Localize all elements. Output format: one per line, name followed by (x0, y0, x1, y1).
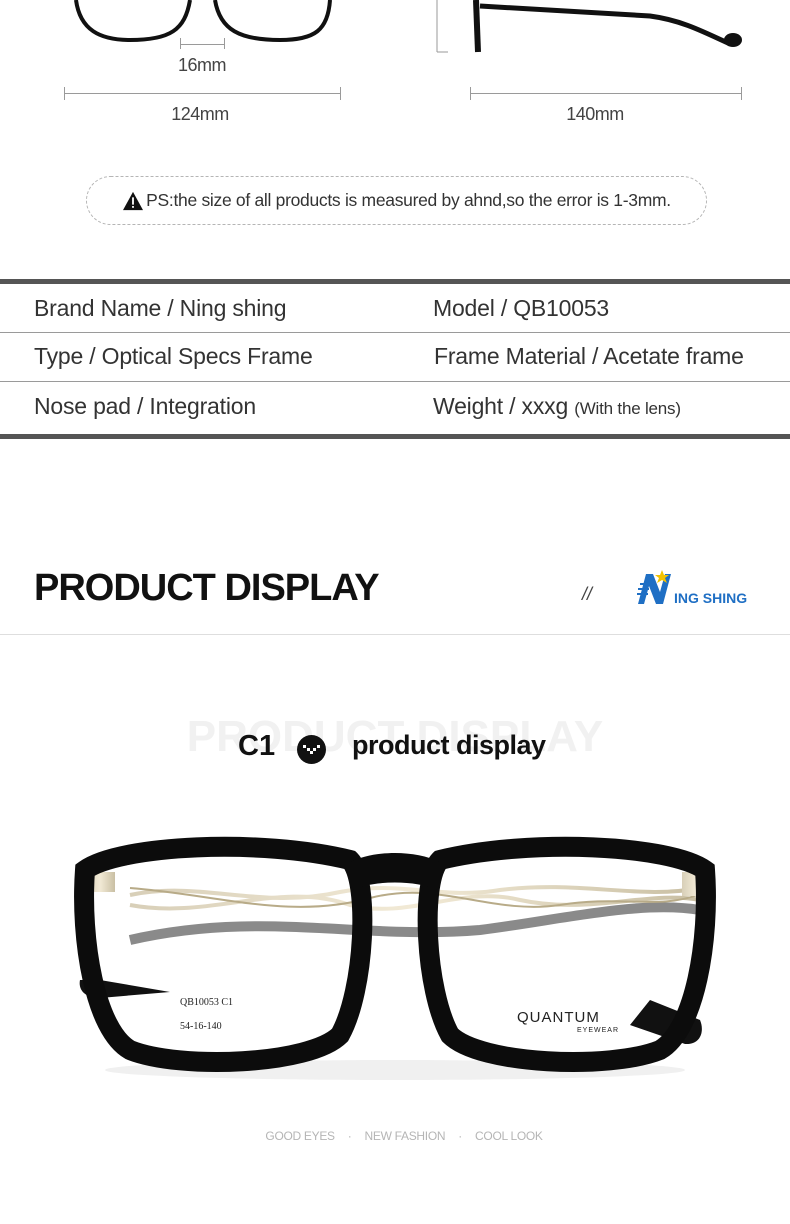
bridge-dimension-label: 16mm (177, 55, 227, 75)
spec-type: Type / Optical Specs Frame (34, 343, 313, 369)
bridge-dimension-line (180, 44, 224, 45)
spec-table-top-bar (0, 279, 790, 284)
side-frame-front (473, 0, 481, 53)
lens-print-size: 54-16-140 (180, 1021, 222, 1032)
warning-icon (123, 191, 144, 210)
tagline: GOOD EYES · NEW FASHION · COOL LOOK (0, 1129, 790, 1143)
lens-print-model: QB10053 C1 (180, 997, 233, 1008)
temple-length-dimension-line (470, 93, 742, 94)
frame-width-dimension-label: 124mm (171, 104, 229, 124)
product-glasses-image: QB10053 C1 54-16-140 QUANTUM EYEWEAR (74, 836, 716, 1080)
spec-brand-name: Brand Name / Ning shing (34, 295, 287, 321)
chevron-down-icon (297, 735, 326, 764)
front-right-lens-outline (213, 0, 332, 43)
left-lens-rim (74, 836, 373, 1072)
spec-weight: Weight / xxxg (With the lens) (433, 393, 681, 420)
color-section-label: product display (352, 730, 546, 760)
section-title: PRODUCT DISPLAY (34, 567, 380, 609)
spec-table-divider (0, 332, 790, 333)
ning-shing-logo: ING SHING (637, 570, 747, 606)
tagline-separator: · (458, 1129, 462, 1143)
frame-width-dimension-line (64, 93, 341, 94)
spec-nose-pad: Nose pad / Integration (34, 393, 256, 419)
frame-bridge (350, 853, 440, 890)
section-divider (0, 634, 790, 635)
lens-brand-top: QUANTUM (517, 1009, 600, 1026)
measurement-note: PS:the size of all products is measured … (86, 176, 707, 225)
color-code: C1 (238, 730, 276, 762)
tagline-item: COOL LOOK (475, 1129, 543, 1143)
tagline-item: GOOD EYES (265, 1129, 335, 1143)
tagline-separator: · (347, 1129, 352, 1143)
spec-model: Model / QB10053 (433, 295, 610, 321)
logo-text: ING SHING (674, 590, 747, 606)
section-slash: // (582, 584, 593, 604)
spec-frame-material: Frame Material / Acetate frame (434, 343, 744, 369)
spec-weight-value: Weight / xxxg (433, 393, 569, 419)
frame-dimension-drawing (74, 0, 742, 53)
lens-brand-bottom: EYEWEAR (577, 1027, 619, 1034)
measurement-note-text: PS:the size of all products is measured … (146, 190, 671, 210)
spec-table-divider (0, 381, 790, 382)
front-left-lens-outline (74, 0, 192, 43)
temple-length-dimension-label: 140mm (566, 104, 624, 124)
spec-table-bottom-bar (0, 434, 790, 439)
spec-weight-note: (With the lens) (574, 399, 681, 418)
side-temple-arm (479, 3, 732, 47)
tagline-item: NEW FASHION (364, 1129, 446, 1143)
